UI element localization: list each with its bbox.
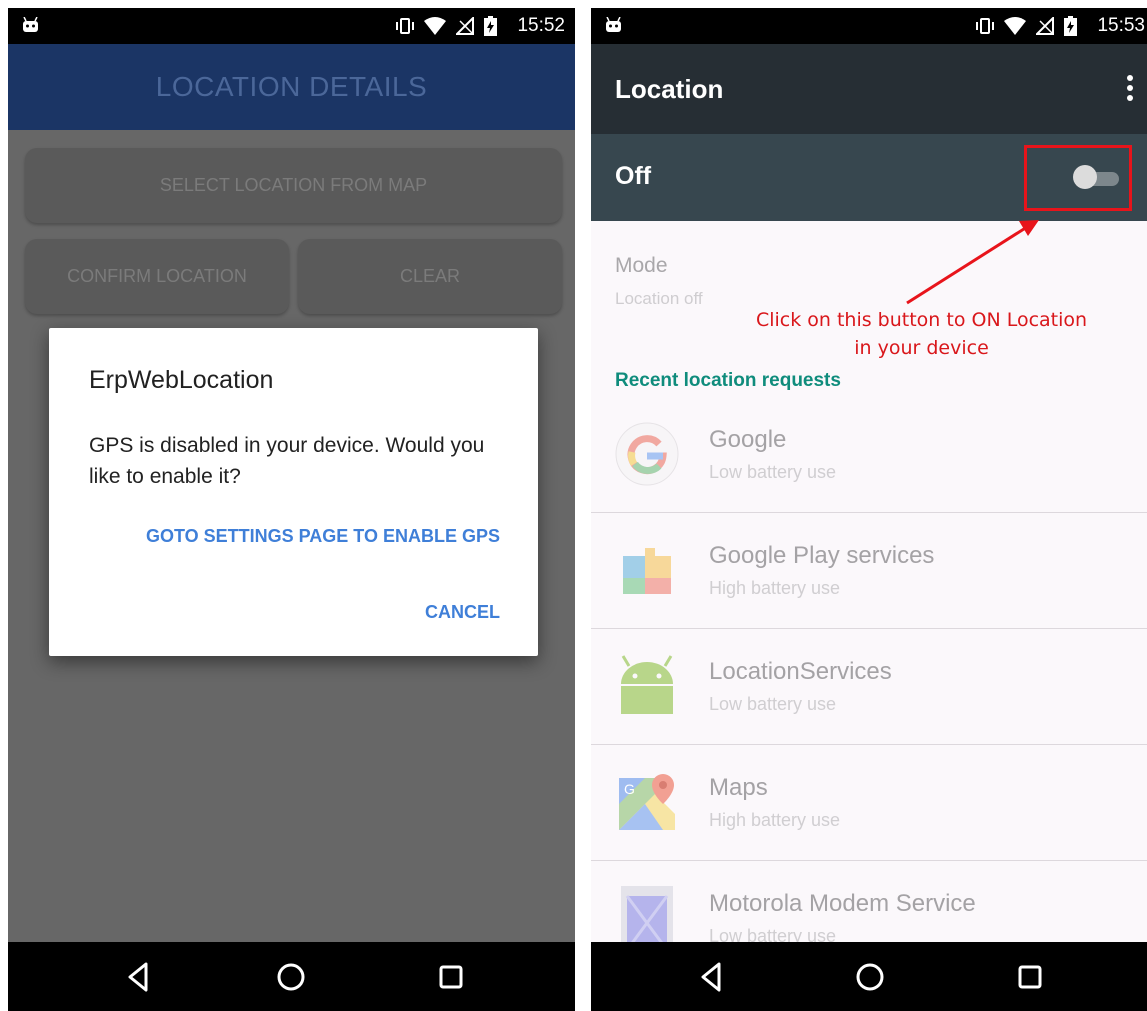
navigation-bar	[8, 942, 575, 1011]
erp-location-screen: 15:52 LOCATION DETAILS SELECT LOCATION F…	[8, 8, 575, 1011]
app-bar: LOCATION DETAILS	[8, 44, 575, 130]
google-icon	[615, 422, 679, 486]
android-debug-icon	[23, 17, 38, 32]
status-time: 15:52	[517, 15, 565, 36]
highlight-box	[1024, 145, 1132, 211]
android-debug-icon	[606, 17, 621, 32]
annotation-text: Click on this button to ON Location in y…	[749, 306, 1094, 362]
app-name: Maps	[709, 774, 768, 801]
app-name: Google	[709, 426, 787, 453]
goto-settings-button[interactable]: GOTO SETTINGS PAGE TO ENABLE GPS	[146, 526, 500, 547]
page-title: LOCATION DETAILS	[155, 71, 428, 102]
list-item-google-play-services[interactable]: Google Play services High battery use	[591, 512, 1147, 629]
location-settings-screen: 15:53 Location Off Mode Location off Cli…	[591, 8, 1147, 1011]
annotation-line-1: Click on this button to ON Location	[755, 309, 1088, 331]
vibrate-icon	[396, 18, 414, 34]
list-item-google[interactable]: Google Low battery use	[591, 396, 1147, 513]
select-location-from-map-button[interactable]: SELECT LOCATION FROM MAP	[25, 148, 562, 223]
google-play-services-icon	[623, 548, 671, 594]
switch-label: Off	[615, 162, 652, 190]
no-signal-icon	[456, 17, 474, 35]
maps-icon: G	[619, 774, 675, 830]
battery-charging-icon	[484, 16, 497, 36]
app-name: Motorola Modem Service	[709, 890, 976, 917]
app-usage: Low battery use	[709, 694, 837, 714]
recents-icon[interactable]	[1013, 960, 1047, 994]
mode-label[interactable]: Mode	[615, 254, 668, 278]
app-usage: High battery use	[709, 578, 841, 598]
svg-text:G: G	[624, 781, 635, 797]
dialog-message: GPS is disabled in your device. Would yo…	[89, 434, 485, 488]
app-name: Google Play services	[709, 542, 935, 569]
section-title-recent-requests: Recent location requests	[615, 370, 841, 391]
confirm-location-button[interactable]: CONFIRM LOCATION	[25, 239, 289, 314]
status-bar: 15:53	[591, 8, 1147, 44]
page-title: Location	[615, 74, 724, 104]
vibrate-icon	[976, 18, 994, 34]
app-name: LocationServices	[709, 658, 892, 685]
no-signal-icon	[1036, 17, 1054, 35]
dialog-title: ErpWebLocation	[89, 366, 274, 394]
motorola-modem-icon	[621, 886, 673, 950]
settings-toolbar: Location	[591, 44, 1147, 134]
back-icon[interactable]	[122, 960, 156, 994]
home-icon[interactable]	[274, 960, 308, 994]
mode-value: Location off	[615, 289, 703, 308]
list-item-maps[interactable]: G Maps High battery use	[591, 744, 1147, 861]
back-icon[interactable]	[695, 960, 729, 994]
wifi-icon	[1004, 17, 1026, 35]
status-bar: 15:52	[8, 8, 575, 44]
app-usage: High battery use	[709, 810, 841, 830]
recents-icon[interactable]	[434, 960, 468, 994]
status-time: 15:53	[1097, 15, 1145, 36]
gps-disabled-dialog: ErpWebLocation GPS is disabled in your d…	[49, 328, 538, 656]
battery-charging-icon	[1064, 16, 1077, 36]
wifi-icon	[424, 17, 446, 35]
clear-button[interactable]: CLEAR	[298, 239, 562, 314]
annotation-line-2: in your device	[854, 337, 989, 359]
list-item-location-services[interactable]: LocationServices Low battery use	[591, 628, 1147, 745]
cancel-button[interactable]: CANCEL	[425, 602, 500, 623]
more-options-icon[interactable]	[1127, 75, 1133, 101]
navigation-bar	[591, 942, 1147, 1011]
app-usage: Low battery use	[709, 462, 837, 482]
home-icon[interactable]	[853, 960, 887, 994]
android-app-icon	[621, 655, 673, 714]
